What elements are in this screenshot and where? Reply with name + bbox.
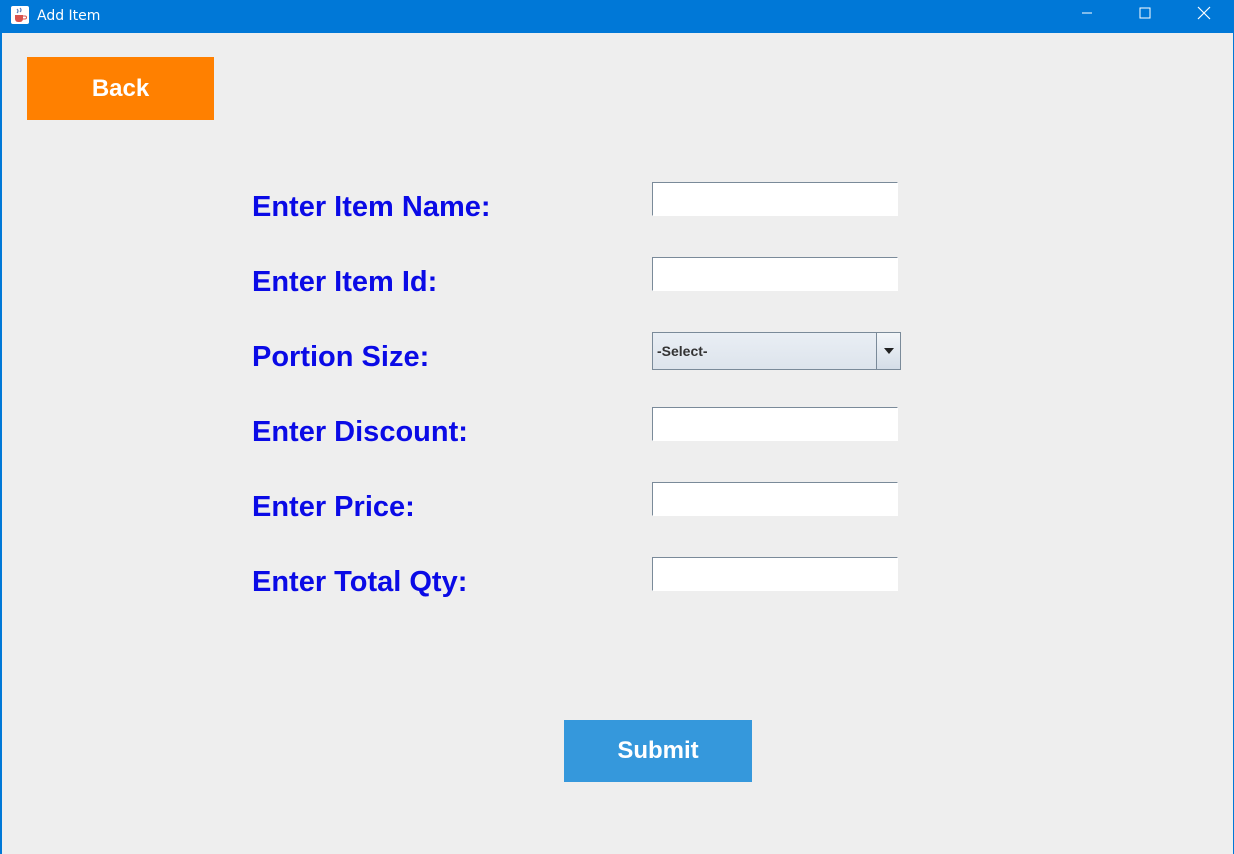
- close-icon: [1197, 6, 1211, 25]
- item-name-label: Enter Item Name:: [252, 191, 491, 223]
- minimize-button[interactable]: [1058, 0, 1116, 30]
- minimize-icon: [1081, 6, 1093, 24]
- title-bar[interactable]: Add Item: [0, 0, 1234, 33]
- window-title: Add Item: [37, 8, 101, 24]
- total-qty-field[interactable]: [652, 557, 898, 591]
- item-id-label: Enter Item Id:: [252, 266, 438, 298]
- maximize-icon: [1139, 6, 1151, 24]
- discount-field[interactable]: [652, 407, 898, 441]
- window-frame-left: [0, 0, 2, 854]
- back-button[interactable]: Back: [27, 57, 214, 120]
- dropdown-arrow-button[interactable]: [876, 333, 900, 369]
- close-button[interactable]: [1175, 0, 1233, 30]
- item-id-field[interactable]: [652, 257, 898, 291]
- portion-size-selected-value: -Select-: [657, 343, 708, 359]
- price-label: Enter Price:: [252, 491, 415, 523]
- submit-button[interactable]: Submit: [564, 720, 752, 782]
- maximize-button[interactable]: [1116, 0, 1174, 30]
- item-name-field[interactable]: [652, 182, 898, 216]
- price-field[interactable]: [652, 482, 898, 516]
- java-cup-icon: [11, 6, 29, 24]
- total-qty-label: Enter Total Qty:: [252, 566, 468, 598]
- portion-size-label: Portion Size:: [252, 341, 430, 373]
- portion-size-select[interactable]: -Select-: [652, 332, 901, 370]
- discount-label: Enter Discount:: [252, 416, 468, 448]
- chevron-down-icon: [883, 342, 895, 360]
